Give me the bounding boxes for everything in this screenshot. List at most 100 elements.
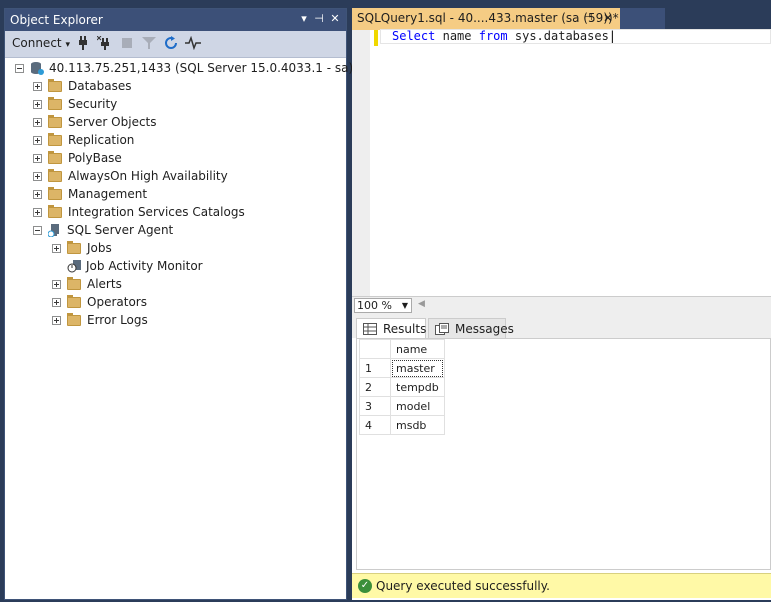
folder-icon <box>67 312 81 326</box>
identifier-table: sys.databases <box>514 29 609 43</box>
expand-icon[interactable] <box>52 279 61 289</box>
row-number[interactable]: 2 <box>359 377 391 397</box>
object-explorer-title: Object Explorer <box>10 13 103 27</box>
row-number[interactable]: 1 <box>359 358 391 378</box>
collapse-icon[interactable] <box>15 63 24 73</box>
tree-node-label: Operators <box>87 295 147 309</box>
zoom-dropdown[interactable]: 100 % ▼ <box>354 298 412 313</box>
tree-node-management[interactable]: Management <box>33 185 147 203</box>
query-tab-title: SQLQuery1.sql - 40....433.master (sa (59… <box>357 11 619 25</box>
tab-messages[interactable]: Messages <box>428 318 514 338</box>
tab-results-label: Results <box>383 321 427 336</box>
results-grid-area: name 1 master 2 tempdb 3 model 4 msdb <box>356 338 771 570</box>
row-number[interactable]: 3 <box>359 396 391 416</box>
tree-node-label: Security <box>68 97 118 111</box>
connect-plug-icon[interactable] <box>75 36 91 52</box>
scroll-left-icon[interactable]: ◀ <box>418 299 425 309</box>
pin-icon[interactable]: ⊣ <box>584 12 593 23</box>
chevron-down-icon: ▼ <box>401 301 408 310</box>
sql-editor[interactable]: Select name from sys.databases| <box>352 29 771 296</box>
query-tab[interactable]: SQLQuery1.sql - 40....433.master (sa (59… <box>352 8 620 30</box>
table-cell[interactable]: tempdb <box>390 377 445 397</box>
window-position-dropdown-icon[interactable]: ▾ <box>297 12 311 26</box>
folder-icon <box>48 204 62 218</box>
folder-icon <box>48 132 62 146</box>
folder-icon <box>48 186 62 200</box>
refresh-icon[interactable] <box>163 36 179 52</box>
tree-node-label: Server Objects <box>68 115 157 129</box>
expand-icon[interactable] <box>52 243 61 253</box>
filter-icon[interactable] <box>141 36 157 52</box>
expand-icon[interactable] <box>52 315 61 325</box>
expand-icon[interactable] <box>33 135 42 145</box>
tree-node-alerts[interactable]: Alerts <box>52 275 122 293</box>
tree-node-integration-services[interactable]: Integration Services Catalogs <box>33 203 245 221</box>
folder-icon <box>48 150 62 164</box>
document-tab-strip: SQLQuery1.sql - 40....433.master (sa (59… <box>350 8 771 30</box>
chevron-down-icon: ▾ <box>65 40 70 50</box>
expand-icon[interactable] <box>33 171 42 181</box>
tree-node-server-objects[interactable]: Server Objects <box>33 113 157 131</box>
tree-node-sql-server-agent[interactable]: SQL Server Agent <box>33 221 173 239</box>
folder-icon <box>48 96 62 110</box>
tab-strip-filler <box>620 8 665 30</box>
activity-monitor-icon[interactable] <box>185 35 201 52</box>
sql-agent-icon <box>47 223 62 238</box>
tree-node-label: Jobs <box>87 241 112 255</box>
expand-icon[interactable] <box>33 81 42 91</box>
folder-icon <box>48 114 62 128</box>
tree-node-label: Integration Services Catalogs <box>68 205 245 219</box>
expand-icon[interactable] <box>33 207 42 217</box>
query-window: Select name from sys.databases| 100 % ▼ … <box>352 29 771 600</box>
editor-gutter <box>352 30 370 296</box>
tree-node-polybase[interactable]: PolyBase <box>33 149 122 167</box>
tree-node-operators[interactable]: Operators <box>52 293 147 311</box>
folder-icon <box>67 240 81 254</box>
tree-node-label: Management <box>68 187 148 201</box>
server-icon <box>30 61 44 75</box>
job-activity-monitor-icon <box>67 259 81 273</box>
status-message: Query executed successfully. <box>376 579 550 593</box>
expand-icon[interactable] <box>33 189 42 199</box>
tree-node-replication[interactable]: Replication <box>33 131 134 149</box>
object-explorer-toolbar: Connect ▾ <box>5 31 346 58</box>
tree-node-security[interactable]: Security <box>33 95 117 113</box>
code-line[interactable]: Select name from sys.databases| <box>392 29 616 43</box>
disconnect-icon[interactable] <box>96 35 113 52</box>
pin-icon[interactable]: ⊣ <box>312 12 326 26</box>
tree-node-databases[interactable]: Databases <box>33 77 132 95</box>
stop-icon[interactable] <box>119 36 135 52</box>
expand-icon[interactable] <box>33 117 42 127</box>
close-icon[interactable]: ✕ <box>328 12 342 26</box>
editor-status-strip: 100 % ▼ ◀ <box>352 296 771 315</box>
tree-node-alwayson[interactable]: AlwaysOn High Availability <box>33 167 228 185</box>
results-tab-strip: Results Messages <box>352 314 771 338</box>
object-explorer-panel: Object Explorer ▾ ⊣ ✕ Connect ▾ 40.113.7… <box>4 8 353 600</box>
tab-results[interactable]: Results <box>356 318 426 338</box>
messages-icon <box>435 322 449 335</box>
server-label: 40.113.75.251,1433 (SQL Server 15.0.4033… <box>49 61 354 75</box>
close-tab-icon[interactable]: ✕ <box>603 11 613 25</box>
success-check-icon: ✓ <box>358 579 372 593</box>
object-explorer-title-bar: Object Explorer ▾ ⊣ ✕ <box>5 9 346 31</box>
expand-icon[interactable] <box>33 153 42 163</box>
collapse-icon[interactable] <box>33 225 42 235</box>
table-cell[interactable]: model <box>390 396 445 416</box>
keyword-select: Select <box>392 29 436 43</box>
row-number[interactable]: 4 <box>359 415 391 435</box>
tree-node-jobs[interactable]: Jobs <box>52 239 112 257</box>
connect-button[interactable]: Connect ▾ <box>12 36 70 50</box>
grid-header-row: name <box>359 339 445 359</box>
folder-icon <box>67 294 81 308</box>
tree-node-error-logs[interactable]: Error Logs <box>52 311 148 329</box>
tree-node-job-activity-monitor[interactable]: Job Activity Monitor <box>67 257 203 275</box>
expand-icon[interactable] <box>52 297 61 307</box>
column-header[interactable]: name <box>390 339 445 359</box>
expand-icon[interactable] <box>33 99 42 109</box>
folder-icon <box>48 78 62 92</box>
tab-messages-label: Messages <box>455 321 514 336</box>
table-row: 4 msdb <box>359 415 445 435</box>
table-cell[interactable]: master <box>390 358 445 378</box>
tree-node-server[interactable]: 40.113.75.251,1433 (SQL Server 15.0.4033… <box>15 59 353 77</box>
table-cell[interactable]: msdb <box>390 415 445 435</box>
